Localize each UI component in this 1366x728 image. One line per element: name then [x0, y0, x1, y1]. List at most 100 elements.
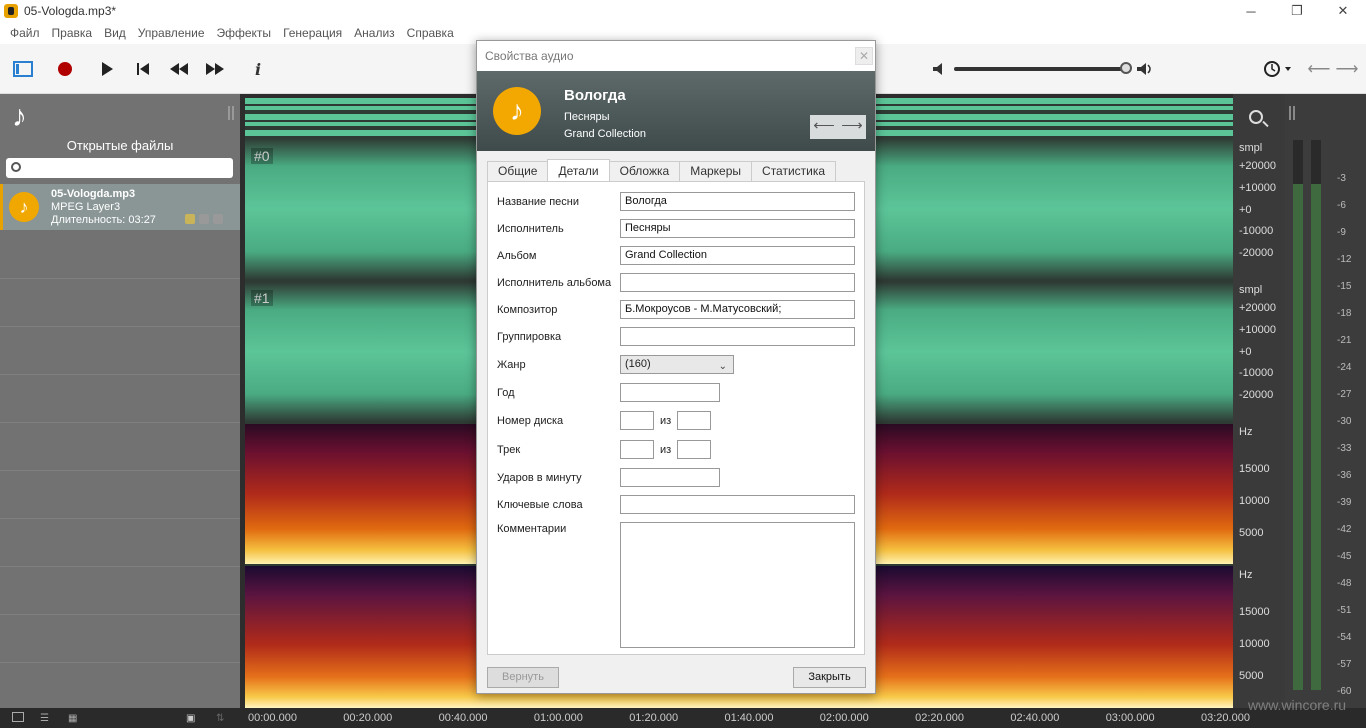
menu-help[interactable]: Справка	[407, 26, 454, 40]
play-icon[interactable]	[94, 56, 120, 82]
timeline-label: 02:20.000	[915, 712, 965, 724]
meter-db-label: -42	[1337, 524, 1352, 535]
view-list-icon[interactable]: ☰	[40, 713, 49, 724]
menu-analysis[interactable]: Анализ	[354, 26, 395, 40]
scale-label: +20000	[1239, 302, 1277, 314]
watermark: www.wincore.ru	[1248, 697, 1347, 713]
speaker-low-icon	[933, 63, 942, 75]
dialog-header: ♪ Вологда Песняры Grand Collection ⟵ ⟶	[477, 71, 875, 151]
files-search-input[interactable]	[6, 158, 233, 178]
skip-back-icon[interactable]	[130, 56, 156, 82]
meter-db-label: -48	[1337, 578, 1352, 589]
scale-label: 15000	[1239, 463, 1270, 475]
view-grid-icon[interactable]	[12, 712, 24, 722]
genre-select[interactable]: (160) ⌄	[620, 355, 734, 374]
meter-db-label: -21	[1337, 335, 1352, 346]
meter-bar-left	[1293, 140, 1303, 690]
dialog-close-icon[interactable]: ✕	[855, 47, 873, 65]
image-icon[interactable]: ▣	[186, 713, 195, 724]
composer-field[interactable]: Б.Мокроусов - М.Матусовский;	[620, 300, 855, 319]
meter-db-label: -3	[1337, 173, 1346, 184]
album-artist-field[interactable]	[620, 273, 855, 292]
scale-label: -20000	[1239, 389, 1274, 401]
close-window-button[interactable]: ✕	[1320, 0, 1366, 22]
rewind-icon[interactable]	[166, 56, 192, 82]
menu-control[interactable]: Управление	[138, 26, 205, 40]
tab-general[interactable]: Общие	[487, 161, 549, 181]
zoom-icon[interactable]	[1249, 110, 1263, 124]
speaker-high-icon	[1137, 63, 1151, 75]
scale-label: 5000	[1239, 527, 1264, 539]
panel-grip-icon[interactable]	[228, 106, 234, 120]
scale-label: smpl	[1239, 142, 1263, 154]
year-field[interactable]	[620, 383, 720, 402]
grouping-field[interactable]	[620, 327, 855, 346]
menu-effects[interactable]: Эффекты	[217, 26, 272, 40]
divider	[0, 614, 240, 615]
album-field[interactable]: Grand Collection	[620, 246, 855, 265]
track-number-field[interactable]	[620, 440, 654, 459]
meter-db-label: -30	[1337, 416, 1352, 427]
timeline-label: 01:00.000	[533, 712, 583, 724]
meter-db-label: -9	[1337, 227, 1346, 238]
volume-knob[interactable]	[1120, 62, 1132, 74]
timeline-label: 03:20.000	[1201, 712, 1250, 724]
clock-dropdown-icon[interactable]	[1260, 56, 1296, 82]
disc-number-field[interactable]	[620, 411, 654, 430]
minimize-button[interactable]: ─	[1228, 0, 1274, 22]
search-icon	[11, 162, 21, 172]
fast-forward-icon[interactable]	[202, 56, 228, 82]
file-duration: Длительность: 03:27	[51, 214, 156, 226]
timeline-label: 01:40.000	[724, 712, 774, 724]
close-button[interactable]: Закрыть	[793, 667, 866, 688]
title-field[interactable]: Вологда	[620, 192, 855, 211]
artist-label: Исполнитель	[497, 223, 564, 235]
keywords-label: Ключевые слова	[497, 499, 583, 511]
timeline-label: 00:20.000	[343, 712, 393, 724]
bpm-label: Ударов в минуту	[497, 472, 582, 484]
maximize-button[interactable]: ❐	[1274, 0, 1320, 22]
audio-file-icon: ♪	[9, 192, 39, 222]
tab-details[interactable]: Детали	[547, 159, 610, 181]
genre-label: Жанр	[497, 359, 526, 371]
tab-statistics[interactable]: Статистика	[751, 161, 837, 181]
artist-field[interactable]: Песняры	[620, 219, 855, 238]
keywords-field[interactable]	[620, 495, 855, 514]
menu-generate[interactable]: Генерация	[283, 26, 342, 40]
disc-total-field[interactable]	[677, 411, 711, 430]
next-file-icon[interactable]: ⟶	[838, 115, 866, 139]
info-icon[interactable]: i	[245, 56, 271, 82]
divider	[0, 422, 240, 423]
menu-file[interactable]: Файл	[10, 26, 40, 40]
forward-arrow-icon[interactable]: ⟶	[1334, 56, 1360, 82]
chevron-down-icon: ⌄	[718, 361, 727, 372]
tab-markers[interactable]: Маркеры	[679, 161, 753, 181]
file-list-item[interactable]: ♪ 05-Vologda.mp3 MPEG Layer3 Длительност…	[0, 184, 240, 230]
bpm-field[interactable]	[620, 468, 720, 487]
sort-icon[interactable]: ⇅	[216, 713, 224, 724]
view-tiles-icon[interactable]: ▦	[68, 713, 77, 724]
channel-1-label: #1	[251, 290, 273, 306]
track-total-field[interactable]	[677, 440, 711, 459]
tab-cover[interactable]: Обложка	[608, 161, 681, 181]
back-arrow-icon[interactable]: ⟵	[1306, 56, 1332, 82]
volume-slider[interactable]	[932, 59, 1154, 79]
meter-db-label: -18	[1337, 308, 1352, 319]
scale-label: smpl	[1239, 284, 1263, 296]
menu-edit[interactable]: Правка	[52, 26, 93, 40]
title-bar: 05-Vologda.mp3* ─ ❐ ✕	[0, 0, 1366, 22]
comments-field[interactable]	[620, 522, 855, 648]
menu-view[interactable]: Вид	[104, 26, 126, 40]
prev-file-icon[interactable]: ⟵	[810, 115, 838, 139]
meter-db-label: -57	[1337, 659, 1352, 670]
record-icon[interactable]	[52, 56, 78, 82]
meter-grip-icon[interactable]	[1289, 106, 1295, 120]
revert-button[interactable]: Вернуть	[487, 667, 559, 688]
scale-label: Hz	[1239, 569, 1253, 581]
meter-db-label: -12	[1337, 254, 1352, 265]
timeline-label: 00:40.000	[438, 712, 488, 724]
audio-properties-dialog: Свойства аудио ✕ ♪ Вологда Песняры Grand…	[476, 40, 876, 694]
panel-toggle-icon[interactable]	[10, 56, 36, 82]
header-artist: Песняры	[564, 111, 610, 123]
channel-0-label: #0	[251, 148, 273, 164]
